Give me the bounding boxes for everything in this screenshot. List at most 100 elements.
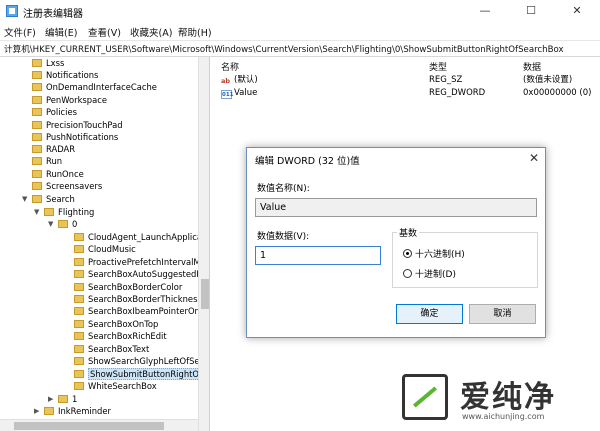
tree-item[interactable]: Screensavers [32, 180, 102, 192]
value-name: Value [234, 88, 258, 98]
tree-item[interactable]: CloudMusic [74, 243, 136, 255]
string-value-icon: ab [221, 77, 231, 85]
tree-item-flighting[interactable]: Flighting [44, 206, 94, 218]
dialog-close-icon[interactable]: ✕ [529, 151, 539, 165]
chevron-down-icon[interactable]: ▼ [34, 208, 39, 216]
folder-icon [74, 357, 84, 365]
chevron-right-icon[interactable]: ▶ [34, 407, 39, 415]
tree-item[interactable]: SearchBoxBorderThickness [74, 293, 202, 305]
column-header-name[interactable]: 名称 [221, 60, 239, 73]
tree-item[interactable]: PenWorkspace [32, 94, 107, 106]
value-row[interactable]: ab (默认) [221, 74, 258, 86]
cancel-button[interactable]: 取消 [469, 304, 536, 324]
radio-decimal[interactable]: 十进制(D) [403, 267, 456, 280]
chevron-down-icon[interactable]: ▼ [22, 195, 27, 203]
folder-icon [32, 182, 42, 190]
folder-icon [32, 83, 42, 91]
folder-icon [74, 245, 84, 253]
tree-item[interactable]: Run [32, 155, 62, 167]
dialog-title: 编辑 DWORD (32 位)值 [255, 156, 360, 167]
tree-item-search[interactable]: Search [32, 193, 75, 205]
tree-item[interactable]: PrecisionTouchPad [32, 119, 123, 131]
close-button[interactable]: ✕ [554, 0, 600, 23]
edit-dword-dialog: 编辑 DWORD (32 位)值 ✕ 数值名称(N): Value 数值数据(V… [246, 147, 546, 338]
scroll-thumb[interactable] [201, 279, 209, 309]
value-name-field: Value [255, 198, 537, 217]
tree-item[interactable]: Lxss [32, 57, 64, 69]
chevron-right-icon[interactable]: ▶ [48, 395, 53, 403]
menu-favorites[interactable]: 收藏夹(A) [130, 25, 172, 39]
tree-item[interactable]: RADAR [32, 143, 75, 155]
base-group: 基数 十六进制(H) 十进制(D) [392, 226, 538, 288]
folder-icon [74, 233, 84, 241]
tree-item[interactable]: SearchBoxIbeamPointerOnH [74, 305, 206, 317]
column-header-data[interactable]: 数据 [523, 60, 541, 73]
base-label: 基数 [397, 226, 420, 239]
tree-item[interactable]: SearchBoxBorderColor [74, 281, 182, 293]
tree-item[interactable]: Policies [32, 106, 77, 118]
value-row[interactable]: 011Value [221, 87, 257, 99]
folder-icon [74, 283, 84, 291]
tree-item[interactable]: OnDemandInterfaceCache [32, 81, 157, 93]
key-tree[interactable]: Lxss Notifications OnDemandInterfaceCach… [0, 57, 210, 431]
radio-selected-icon [403, 249, 412, 258]
binary-value-icon: 011 [221, 90, 234, 99]
tree-item[interactable]: ShowSearchGlyphLeftOfSear [74, 355, 208, 367]
menu-file[interactable]: 文件(F) [4, 25, 36, 39]
watermark: 爱纯净 www.aichunjing.com [402, 370, 598, 430]
value-data-label: 数值数据(V): [257, 232, 310, 242]
folder-icon [32, 59, 42, 67]
regedit-icon [6, 5, 18, 17]
value-type: REG_SZ [429, 75, 463, 85]
tree-item[interactable]: SearchBoxText [74, 343, 149, 355]
folder-icon [44, 407, 54, 415]
folder-icon [32, 170, 42, 178]
watermark-text: 爱纯净 [460, 380, 556, 415]
chevron-down-icon[interactable]: ▼ [48, 220, 53, 228]
folder-icon [74, 382, 84, 390]
menu-help[interactable]: 帮助(H) [178, 25, 212, 39]
tree-item[interactable]: SearchBoxOnTop [74, 318, 158, 330]
radio-unselected-icon [403, 269, 412, 278]
tree-item[interactable]: WhiteSearchBox [74, 380, 157, 392]
folder-icon [32, 121, 42, 129]
tree-item-0[interactable]: 0 [58, 218, 77, 230]
tree-item[interactable]: CloudAgent_LaunchApplicati [74, 231, 208, 243]
address-bar[interactable]: 计算机\HKEY_CURRENT_USER\Software\Microsoft… [0, 40, 600, 57]
tree-item[interactable]: RunOnce [32, 168, 84, 180]
folder-icon [32, 108, 42, 116]
folder-icon [74, 345, 84, 353]
scroll-thumb[interactable] [14, 422, 164, 430]
folder-icon [74, 307, 84, 315]
column-header-type[interactable]: 类型 [429, 60, 447, 73]
radio-hex[interactable]: 十六进制(H) [403, 247, 465, 260]
folder-icon [58, 220, 68, 228]
menu-view[interactable]: 查看(V) [88, 25, 121, 39]
address-path[interactable]: 计算机\HKEY_CURRENT_USER\Software\Microsoft… [4, 43, 564, 55]
maximize-button[interactable]: ☐ [508, 0, 554, 23]
tree-item[interactable]: Notifications [32, 69, 98, 81]
tree-item[interactable]: ProactivePrefetchIntervalMin [74, 256, 208, 268]
tree-item[interactable]: SearchBoxAutoSuggestedFo [74, 268, 206, 280]
tree-item[interactable]: 1 [58, 393, 77, 405]
folder-icon [32, 71, 42, 79]
folder-icon [74, 295, 84, 303]
window-title: 注册表编辑器 [23, 9, 83, 20]
menu-edit[interactable]: 编辑(E) [45, 25, 77, 39]
value-type: REG_DWORD [429, 88, 486, 98]
tree-vertical-scrollbar[interactable] [198, 57, 209, 431]
tree-item[interactable]: InkReminder [44, 405, 111, 417]
title-bar: 注册表编辑器 — ☐ ✕ [0, 0, 600, 23]
tree-horizontal-scrollbar[interactable] [0, 419, 198, 431]
ok-button[interactable]: 确定 [396, 304, 463, 324]
tree-item-selected[interactable]: ShowSubmitButtonRightOfSe [74, 368, 209, 380]
dialog-title-bar: 编辑 DWORD (32 位)值 ✕ [247, 148, 545, 169]
watermark-url: www.aichunjing.com [462, 412, 545, 421]
tree-item[interactable]: SearchBoxRichEdit [74, 330, 167, 342]
folder-icon [74, 258, 84, 266]
tree-item[interactable]: PushNotifications [32, 131, 118, 143]
value-data-input[interactable]: 1 [255, 246, 381, 265]
minimize-button[interactable]: — [462, 0, 508, 23]
folder-icon [58, 395, 68, 403]
value-data: 0x00000000 (0) [523, 88, 592, 98]
